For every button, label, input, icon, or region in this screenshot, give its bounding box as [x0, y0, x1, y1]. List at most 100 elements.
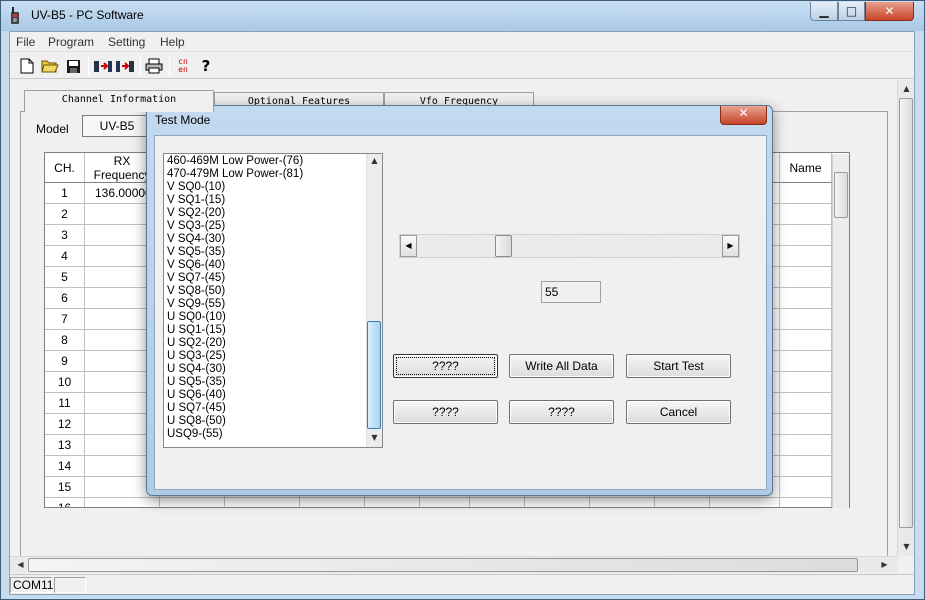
ch-cell[interactable]: 11: [45, 393, 85, 414]
table-row[interactable]: 16: [45, 498, 849, 507]
grid-cell[interactable]: [780, 246, 832, 267]
grid-cell[interactable]: [780, 456, 832, 477]
list-item[interactable]: V SQ4-(30): [167, 233, 225, 246]
list-scroll-up-icon[interactable]: ▲: [367, 156, 382, 165]
list-item[interactable]: U SQ4-(30): [167, 363, 226, 376]
grid-cell[interactable]: [160, 498, 225, 507]
list-item[interactable]: V SQ0-(10): [167, 181, 225, 194]
grid-cell[interactable]: [780, 309, 832, 330]
ch-cell[interactable]: 10: [45, 372, 85, 393]
scroll-right-icon[interactable]: ▶: [876, 560, 893, 569]
main-vertical-scrollbar[interactable]: ▲ ▼: [897, 80, 914, 556]
grid-cell[interactable]: [655, 498, 710, 507]
slider-left-icon[interactable]: ◀: [400, 235, 417, 257]
maximize-button[interactable]: □: [838, 2, 865, 21]
list-item[interactable]: U SQ5-(35): [167, 376, 226, 389]
slider-right-icon[interactable]: ▶: [722, 235, 739, 257]
ch-cell[interactable]: 4: [45, 246, 85, 267]
unknown-button-2[interactable]: ????: [393, 400, 498, 424]
start-test-button[interactable]: Start Test: [626, 354, 731, 378]
list-item[interactable]: V SQ6-(40): [167, 259, 225, 272]
grid-cell[interactable]: [780, 183, 832, 204]
list-scroll-down-icon[interactable]: ▼: [367, 433, 382, 442]
list-item[interactable]: V SQ1-(15): [167, 194, 225, 207]
read-radio-button[interactable]: [92, 55, 114, 77]
close-button[interactable]: ✕: [865, 2, 914, 21]
list-scrollbar[interactable]: ▲ ▼: [366, 154, 382, 447]
grid-cell[interactable]: [780, 435, 832, 456]
grid-cell[interactable]: [780, 414, 832, 435]
unknown-button-3[interactable]: ????: [509, 400, 614, 424]
ch-cell[interactable]: 6: [45, 288, 85, 309]
print-button[interactable]: [143, 55, 165, 77]
save-button[interactable]: [62, 55, 84, 77]
minimize-button[interactable]: ▁: [810, 2, 838, 21]
list-item[interactable]: U SQ2-(20): [167, 337, 226, 350]
grid-cell[interactable]: [300, 498, 365, 507]
test-item-list[interactable]: 460-469M Low Power-(76) 470-479M Low Powe…: [163, 153, 383, 448]
language-button[interactable]: cn en: [172, 55, 194, 77]
level-slider[interactable]: ◀ ▶: [399, 234, 740, 258]
grid-cell[interactable]: [710, 498, 780, 507]
ch-cell[interactable]: 1: [45, 183, 85, 204]
main-hscroll-thumb[interactable]: [28, 558, 858, 572]
write-all-data-button[interactable]: Write All Data: [509, 354, 614, 378]
grid-cell[interactable]: [780, 498, 832, 507]
grid-cell[interactable]: [225, 498, 300, 507]
grid-cell[interactable]: [780, 204, 832, 225]
grid-cell[interactable]: [420, 498, 470, 507]
rx-frequency-cell[interactable]: [85, 498, 160, 507]
grid-cell[interactable]: [525, 498, 590, 507]
main-horizontal-scrollbar[interactable]: ◀ ▶: [10, 556, 898, 573]
list-item[interactable]: V SQ3-(25): [167, 220, 225, 233]
list-item[interactable]: U SQ3-(25): [167, 350, 226, 363]
grid-cell[interactable]: [780, 288, 832, 309]
unknown-button-1[interactable]: ????: [393, 354, 498, 378]
list-item[interactable]: V SQ9-(55): [167, 298, 225, 311]
grid-cell[interactable]: [365, 498, 420, 507]
list-item[interactable]: V SQ7-(45): [167, 272, 225, 285]
grid-cell[interactable]: [590, 498, 655, 507]
grid-cell[interactable]: [780, 372, 832, 393]
ch-cell[interactable]: 7: [45, 309, 85, 330]
ch-cell[interactable]: 2: [45, 204, 85, 225]
open-folder-button[interactable]: [39, 55, 61, 77]
list-item[interactable]: 470-479M Low Power-(81): [167, 168, 303, 181]
list-item[interactable]: V SQ8-(50): [167, 285, 225, 298]
ch-cell[interactable]: 15: [45, 477, 85, 498]
list-item[interactable]: U SQ0-(10): [167, 311, 226, 324]
new-file-button[interactable]: [16, 55, 38, 77]
main-vscroll-thumb[interactable]: [899, 98, 913, 528]
scroll-up-icon[interactable]: ▲: [898, 84, 915, 93]
list-item[interactable]: U SQ7-(45): [167, 402, 226, 415]
tab-channel-information[interactable]: Channel Information: [24, 90, 214, 112]
list-item[interactable]: U SQ8-(50): [167, 415, 226, 428]
menu-setting[interactable]: Setting: [108, 35, 145, 49]
grid-scroll-thumb[interactable]: [834, 172, 848, 218]
ch-cell[interactable]: 3: [45, 225, 85, 246]
list-item[interactable]: V SQ2-(20): [167, 207, 225, 220]
menu-help[interactable]: Help: [160, 35, 185, 49]
ch-cell[interactable]: 12: [45, 414, 85, 435]
list-item[interactable]: U SQ6-(40): [167, 389, 226, 402]
grid-cell[interactable]: [780, 225, 832, 246]
ch-cell[interactable]: 8: [45, 330, 85, 351]
grid-cell[interactable]: [780, 393, 832, 414]
grid-cell[interactable]: [780, 477, 832, 498]
about-button[interactable]: ?: [195, 55, 217, 77]
grid-cell[interactable]: [470, 498, 525, 507]
grid-cell[interactable]: [780, 330, 832, 351]
menu-file[interactable]: File: [16, 35, 35, 49]
ch-cell[interactable]: 14: [45, 456, 85, 477]
write-radio-button[interactable]: [114, 55, 136, 77]
ch-cell[interactable]: 16: [45, 498, 85, 507]
list-scroll-thumb[interactable]: [367, 321, 381, 429]
list-item[interactable]: V SQ5-(35): [167, 246, 225, 259]
grid-cell[interactable]: [780, 267, 832, 288]
grid-cell[interactable]: [780, 351, 832, 372]
ch-cell[interactable]: 5: [45, 267, 85, 288]
list-item[interactable]: USQ9-(55): [167, 428, 223, 441]
menu-program[interactable]: Program: [48, 35, 94, 49]
slider-thumb[interactable]: [494, 235, 512, 257]
ch-cell[interactable]: 13: [45, 435, 85, 456]
